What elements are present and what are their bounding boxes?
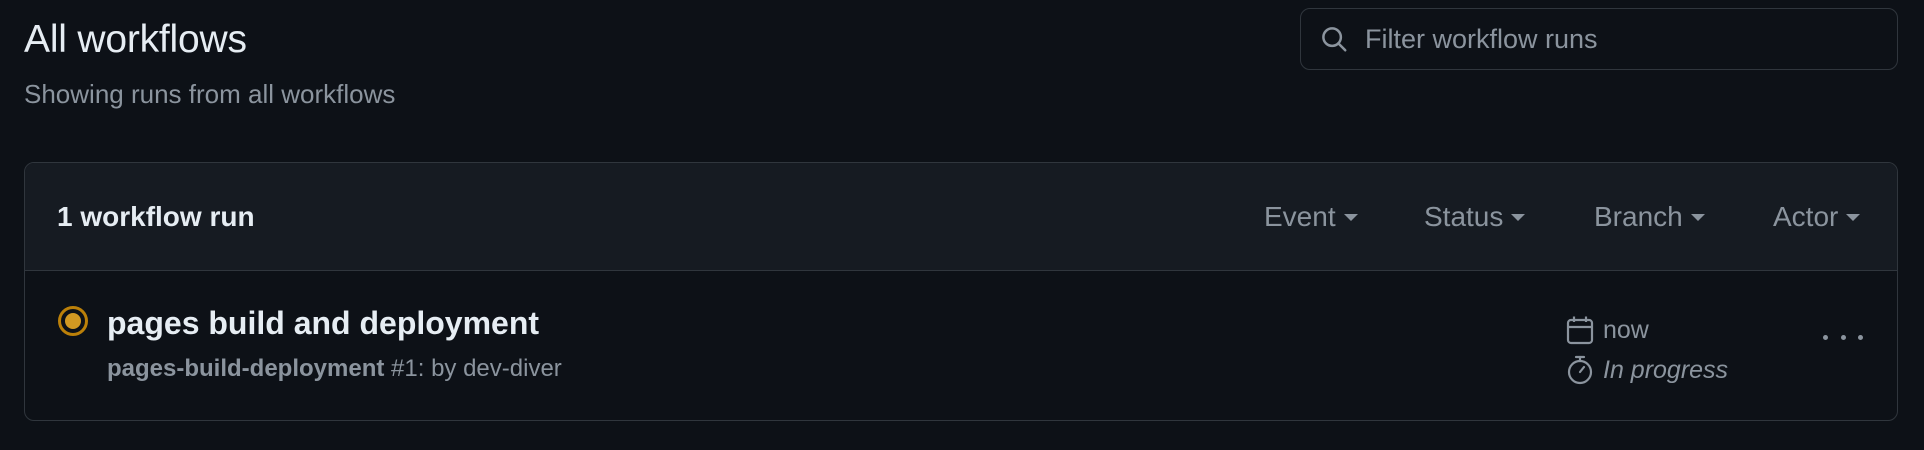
caret-down-icon [1690, 214, 1705, 221]
kebab-horizontal-icon[interactable] [1823, 327, 1863, 347]
status-filter-dropdown[interactable]: Status [1424, 200, 1526, 233]
run-workflow-name: pages-build-deployment [107, 355, 385, 382]
kebab-dot [1823, 334, 1828, 340]
search-input[interactable] [1365, 23, 1897, 55]
workflow-run-row[interactable]: pages build and deployment pages-build-d… [25, 271, 1897, 420]
run-time: now [1565, 315, 1649, 345]
caret-down-icon [1846, 214, 1861, 221]
run-duration: In progress [1565, 355, 1728, 385]
status-filter-label: Status [1424, 200, 1504, 232]
run-title-link[interactable]: pages build and deployment [107, 305, 539, 342]
workflow-runs-box: 1 workflow run Event Status Branch Actor [24, 162, 1898, 421]
branch-filter-dropdown[interactable]: Branch [1594, 201, 1705, 233]
event-filter-label: Event [1264, 200, 1336, 232]
actor-filter-label: Actor [1773, 200, 1839, 232]
run-number-actor: #1: by dev-diver [391, 355, 562, 382]
stopwatch-icon [1565, 355, 1595, 385]
actor-filter-dropdown[interactable]: Actor [1773, 200, 1861, 233]
branch-filter-label: Branch [1594, 200, 1683, 232]
search-icon [1317, 22, 1351, 56]
kebab-dot [1840, 334, 1846, 340]
page-title: All workflows [24, 18, 247, 61]
run-count: 1 workflow run [57, 200, 255, 232]
calendar-icon [1565, 315, 1595, 345]
in-progress-icon [57, 305, 89, 337]
caret-down-icon [1511, 214, 1526, 221]
runs-box-header: 1 workflow run Event Status Branch Actor [25, 163, 1897, 271]
run-duration-label: In progress [1603, 355, 1729, 384]
run-time-label: now [1603, 315, 1649, 344]
workflow-runs-page: All workflows Showing runs from all work… [0, 0, 1924, 450]
page-subtitle: Showing runs from all workflows [24, 79, 396, 109]
caret-down-icon [1343, 214, 1358, 221]
kebab-dot [1858, 334, 1863, 340]
run-meta: pages-build-deployment #1: by dev-diver [107, 355, 562, 383]
search-box[interactable] [1300, 8, 1898, 70]
event-filter-dropdown[interactable]: Event [1264, 201, 1358, 233]
